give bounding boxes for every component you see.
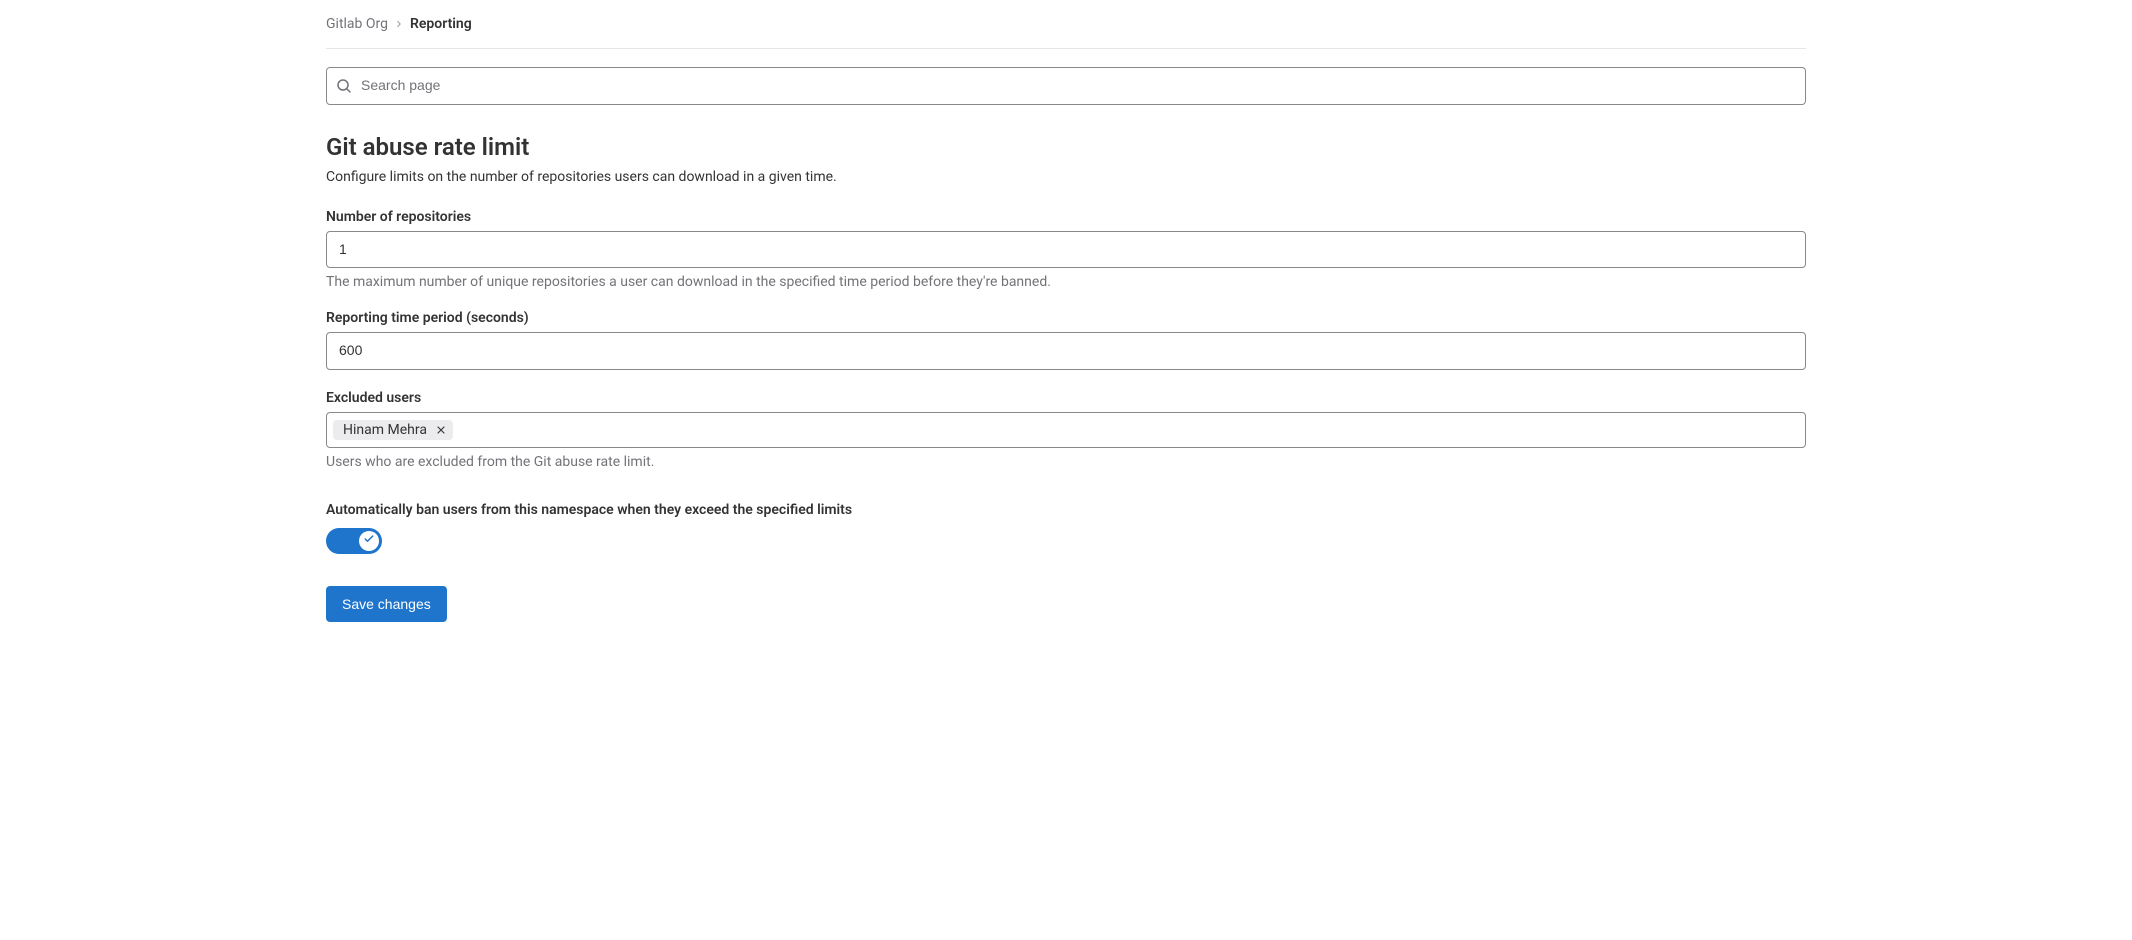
breadcrumb: Gitlab Org Reporting xyxy=(326,16,1806,49)
search-wrapper xyxy=(326,67,1806,105)
auto-ban-toggle[interactable] xyxy=(326,528,382,554)
page-description: Configure limits on the number of reposi… xyxy=(326,169,1806,185)
user-token-label: Hinam Mehra xyxy=(343,422,427,438)
search-icon xyxy=(336,78,352,94)
num-repos-group: Number of repositories The maximum numbe… xyxy=(326,209,1806,291)
excluded-users-label: Excluded users xyxy=(326,390,1806,406)
excluded-users-group: Excluded users Hinam Mehra Users who are… xyxy=(326,390,1806,470)
close-icon[interactable] xyxy=(435,424,447,436)
search-input[interactable] xyxy=(326,67,1806,105)
breadcrumb-current: Reporting xyxy=(410,16,472,32)
user-token: Hinam Mehra xyxy=(333,420,453,440)
toggle-knob xyxy=(359,531,379,551)
time-period-input[interactable] xyxy=(326,332,1806,370)
num-repos-label: Number of repositories xyxy=(326,209,1806,225)
save-button[interactable]: Save changes xyxy=(326,586,447,622)
page-title: Git abuse rate limit xyxy=(326,133,1806,161)
check-icon xyxy=(363,533,375,549)
breadcrumb-parent[interactable]: Gitlab Org xyxy=(326,16,388,32)
time-period-group: Reporting time period (seconds) xyxy=(326,310,1806,370)
auto-ban-label: Automatically ban users from this namesp… xyxy=(326,502,1806,518)
num-repos-help: The maximum number of unique repositorie… xyxy=(326,274,1806,290)
time-period-label: Reporting time period (seconds) xyxy=(326,310,1806,326)
num-repos-input[interactable] xyxy=(326,231,1806,269)
excluded-users-help: Users who are excluded from the Git abus… xyxy=(326,454,1806,470)
auto-ban-section: Automatically ban users from this namesp… xyxy=(326,502,1806,554)
excluded-users-input[interactable]: Hinam Mehra xyxy=(326,412,1806,448)
chevron-right-icon xyxy=(394,19,404,29)
